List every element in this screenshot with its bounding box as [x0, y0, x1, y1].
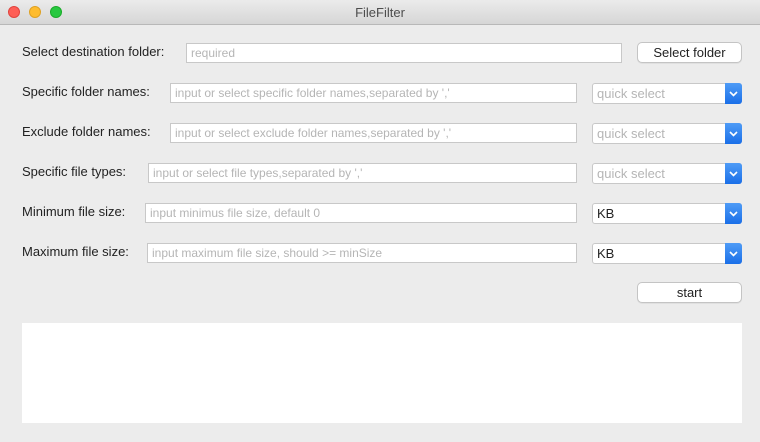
- max-size-label: Maximum file size:: [22, 244, 129, 259]
- select-folder-button[interactable]: Select folder: [637, 42, 742, 63]
- min-size-field[interactable]: [145, 203, 577, 223]
- chevron-down-icon: [725, 243, 742, 264]
- file-types-field[interactable]: [148, 163, 577, 183]
- file-types-label: Specific file types:: [22, 164, 127, 179]
- output-area[interactable]: [22, 323, 742, 423]
- max-size-unit-value: KB: [597, 246, 615, 261]
- file-types-select-value: quick select: [597, 166, 665, 181]
- window-title: FileFilter: [355, 5, 405, 20]
- specific-folders-field[interactable]: [170, 83, 577, 103]
- chevron-down-icon: [725, 123, 742, 144]
- chevron-down-icon: [725, 203, 742, 224]
- destination-field[interactable]: [186, 43, 622, 63]
- specific-folders-label: Specific folder names:: [22, 84, 150, 99]
- title-bar: FileFilter: [0, 0, 760, 25]
- min-size-unit-value: KB: [597, 206, 615, 221]
- chevron-down-icon: [725, 163, 742, 184]
- exclude-folders-label: Exclude folder names:: [22, 124, 151, 139]
- file-types-quick-select[interactable]: quick select: [592, 163, 742, 184]
- max-size-field[interactable]: [147, 243, 577, 263]
- exclude-folders-field[interactable]: [170, 123, 577, 143]
- min-size-label: Minimum file size:: [22, 204, 126, 219]
- max-size-unit-select[interactable]: KB: [592, 243, 742, 264]
- specific-folders-select-value: quick select: [597, 86, 665, 101]
- exclude-folders-select-value: quick select: [597, 126, 665, 141]
- specific-folders-quick-select[interactable]: quick select: [592, 83, 742, 104]
- min-size-unit-select[interactable]: KB: [592, 203, 742, 224]
- destination-label: Select destination folder:: [22, 44, 165, 59]
- start-button[interactable]: start: [637, 282, 742, 303]
- chevron-down-icon: [725, 83, 742, 104]
- exclude-folders-quick-select[interactable]: quick select: [592, 123, 742, 144]
